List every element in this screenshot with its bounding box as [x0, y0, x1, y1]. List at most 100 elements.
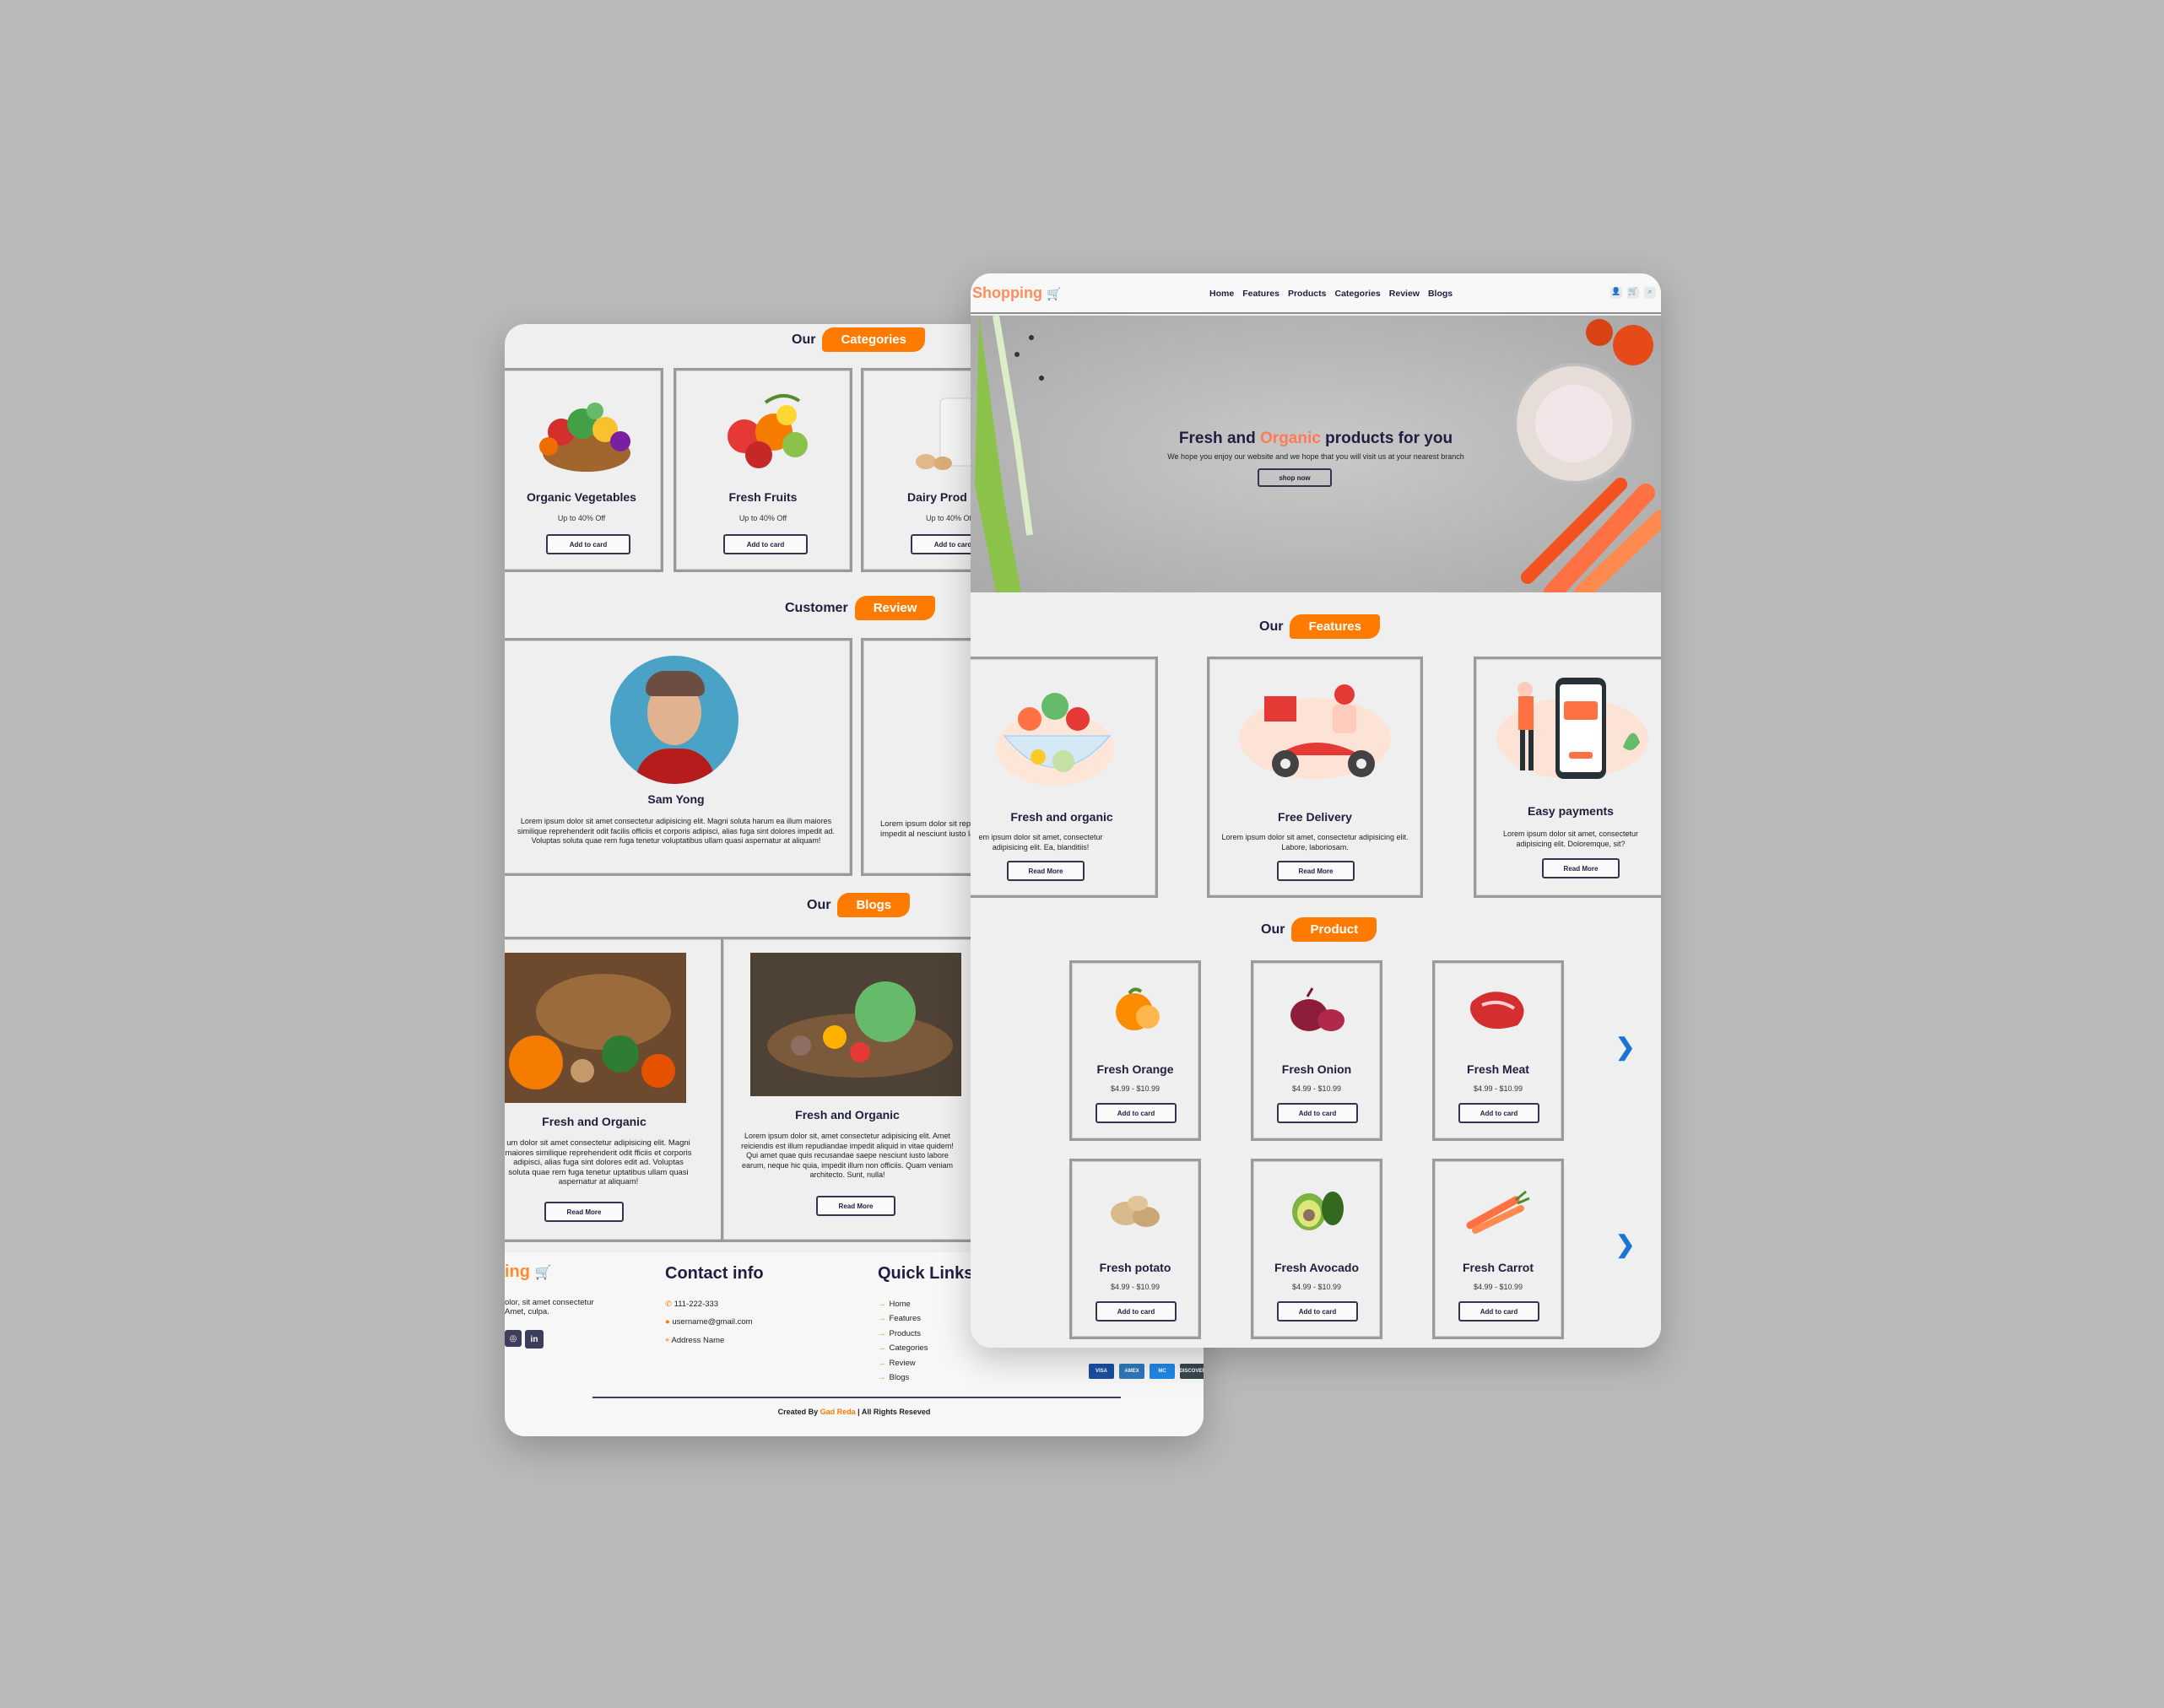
credit-name: Gad Reda — [820, 1408, 856, 1416]
product-name: Fresh potato — [1099, 1261, 1171, 1274]
arrow-icon: → — [878, 1343, 886, 1353]
shop-now-button[interactable]: shop now — [1258, 468, 1332, 487]
contact-email: ● username@gmail.com — [665, 1317, 753, 1327]
product-card-potato: Fresh potato $4.99 - $10.99 Add to card — [1069, 1159, 1201, 1339]
add-to-card-button[interactable]: Add to card — [1096, 1103, 1177, 1123]
add-to-card-button[interactable]: Add to card — [723, 534, 808, 554]
product-price: $4.99 - $10.99 — [1473, 1283, 1523, 1291]
product-name: Fresh Carrot — [1462, 1261, 1534, 1274]
feature-title: Easy payments — [1528, 804, 1614, 818]
search-icon[interactable]: ⌕ — [1644, 287, 1656, 299]
product-price: $4.99 - $10.99 — [1473, 1084, 1523, 1093]
add-to-card-button[interactable]: Add to card — [546, 534, 630, 554]
quick-link-products[interactable]: → Products — [878, 1329, 921, 1338]
email-icon: ● — [665, 1317, 670, 1327]
quick-link-categories[interactable]: → Categories — [878, 1343, 928, 1353]
footer-about-text: olor, sit amet consectetur Amet, culpa. — [505, 1298, 594, 1316]
add-to-card-button[interactable]: Add to card — [1277, 1301, 1358, 1322]
heading-pill: Blogs — [837, 893, 911, 917]
next-arrow-icon[interactable]: ❯ — [1615, 1033, 1635, 1061]
product-card-orange: Fresh Orange $4.99 - $10.99 Add to card — [1069, 960, 1201, 1141]
product-card-meat: Fresh Meat $4.99 - $10.99 Add to card — [1432, 960, 1564, 1141]
read-more-button[interactable]: Read More — [1007, 861, 1085, 881]
feature-text: Lorem ipsum dolor sit amet, consectetur … — [1502, 830, 1639, 848]
discover-icon: DISCOVER — [1179, 1364, 1204, 1379]
nav-categories[interactable]: Categories — [1334, 289, 1380, 299]
delivery-scooter-icon — [1239, 684, 1391, 779]
carrot-image — [1466, 1190, 1530, 1234]
add-to-card-button[interactable]: Add to card — [1458, 1301, 1539, 1322]
contact-phone: ✆ 111-222-333 — [665, 1300, 718, 1309]
amex-icon: AMEX — [1119, 1364, 1144, 1379]
cart-icon[interactable]: 🛒 — [1627, 287, 1639, 299]
link-text: Products — [889, 1329, 922, 1338]
heading-pill: Review — [854, 596, 936, 620]
next-arrow-icon[interactable]: ❯ — [1615, 1230, 1635, 1258]
potato-image — [1111, 1196, 1160, 1227]
product-card-carrot: Fresh Carrot $4.99 - $10.99 Add to card — [1432, 1159, 1564, 1339]
heading-our: Our — [792, 332, 816, 347]
quick-link-blogs[interactable]: → Blogs — [878, 1373, 909, 1382]
quick-link-review[interactable]: → Review — [878, 1359, 916, 1368]
read-more-button[interactable]: Read More — [816, 1196, 895, 1216]
logo-text: Shopping — [972, 284, 1042, 301]
nav-products[interactable]: Products — [1288, 289, 1327, 299]
feature-card-organic: Fresh and organic em ipsum dolor sit ame… — [971, 657, 1158, 898]
contact-info-title: Contact info — [665, 1264, 764, 1283]
user-icon[interactable]: 👤 — [1610, 287, 1622, 299]
cart-icon: 🛒 — [1047, 287, 1062, 300]
category-name: Fresh Fruits — [728, 490, 798, 504]
review-text: Lorem ipsum dolor sit amet consectetur a… — [517, 817, 835, 845]
product-heading: Our Product — [1261, 917, 1377, 942]
quick-link-home[interactable]: → Home — [878, 1300, 911, 1309]
arrow-icon: → — [878, 1329, 886, 1338]
cart-icon: 🛒 — [534, 1266, 552, 1280]
fruits-image — [728, 394, 808, 468]
add-to-card-button[interactable]: Add to card — [1458, 1103, 1539, 1123]
front-page-panel: Shopping 🛒 Home Features Products Catego… — [971, 273, 1661, 1348]
blog-text: um dolor sit amet consectetur adipisicin… — [505, 1138, 692, 1186]
heading-our: Customer — [785, 600, 848, 615]
footer-divider — [592, 1397, 1121, 1398]
nav-review[interactable]: Review — [1389, 289, 1420, 299]
feature-text: Lorem ipsum dolor sit amet, consectetur … — [1221, 833, 1409, 851]
blog-image-vegetables — [750, 953, 961, 1096]
nav-blogs[interactable]: Blogs — [1428, 289, 1453, 299]
visa-icon: VISA — [1089, 1364, 1114, 1379]
quick-link-features[interactable]: → Features — [878, 1314, 921, 1323]
hero-title-a: Fresh and — [1178, 430, 1256, 447]
add-to-card-button[interactable]: Add to card — [1096, 1301, 1177, 1322]
blog-card: Fresh and Organic Lorem ipsum dolor sit,… — [721, 937, 974, 1242]
add-to-card-button[interactable]: Add to card — [1277, 1103, 1358, 1123]
nav-features[interactable]: Features — [1242, 289, 1279, 299]
onion-image — [1290, 987, 1344, 1031]
read-more-button[interactable]: Read More — [544, 1202, 624, 1222]
phone-icon: ✆ — [665, 1300, 672, 1309]
avatar — [610, 656, 738, 784]
instagram-icon[interactable]: ◎ — [505, 1330, 522, 1347]
vegetable-basket-image — [539, 403, 630, 472]
link-text: Features — [889, 1314, 922, 1323]
blog-card: Fresh and Organic um dolor sit amet cons… — [505, 937, 731, 1242]
blog-title: Fresh and Organic — [795, 1108, 900, 1122]
categories-heading: Our Categories — [792, 327, 925, 352]
logo[interactable]: Shopping 🛒 — [972, 284, 1061, 302]
category-offer: Up to 40% Off — [738, 514, 787, 522]
heading-our: Our — [1259, 619, 1284, 634]
arrow-icon: → — [878, 1314, 886, 1323]
heading-pill: Categories — [822, 327, 925, 352]
contact-address: ⌖ Address Name — [665, 1336, 724, 1345]
heading-pill: Features — [1290, 614, 1380, 639]
heading-our: Our — [1261, 922, 1285, 937]
read-more-button[interactable]: Read More — [1277, 861, 1355, 881]
linkedin-icon[interactable]: in — [525, 1330, 544, 1349]
reviewer-name: Sam Yong — [647, 792, 705, 806]
credit-prefix: Created By — [777, 1408, 819, 1416]
blog-title: Fresh and Organic — [542, 1115, 646, 1128]
quick-links-title: Quick Links — [878, 1264, 974, 1283]
link-text: Home — [889, 1300, 911, 1309]
read-more-button[interactable]: Read More — [1542, 858, 1620, 878]
nav-home[interactable]: Home — [1209, 289, 1234, 299]
product-price: $4.99 - $10.99 — [1291, 1283, 1342, 1291]
blog-text: Lorem ipsum dolor sit, amet consectetur … — [741, 1132, 954, 1179]
